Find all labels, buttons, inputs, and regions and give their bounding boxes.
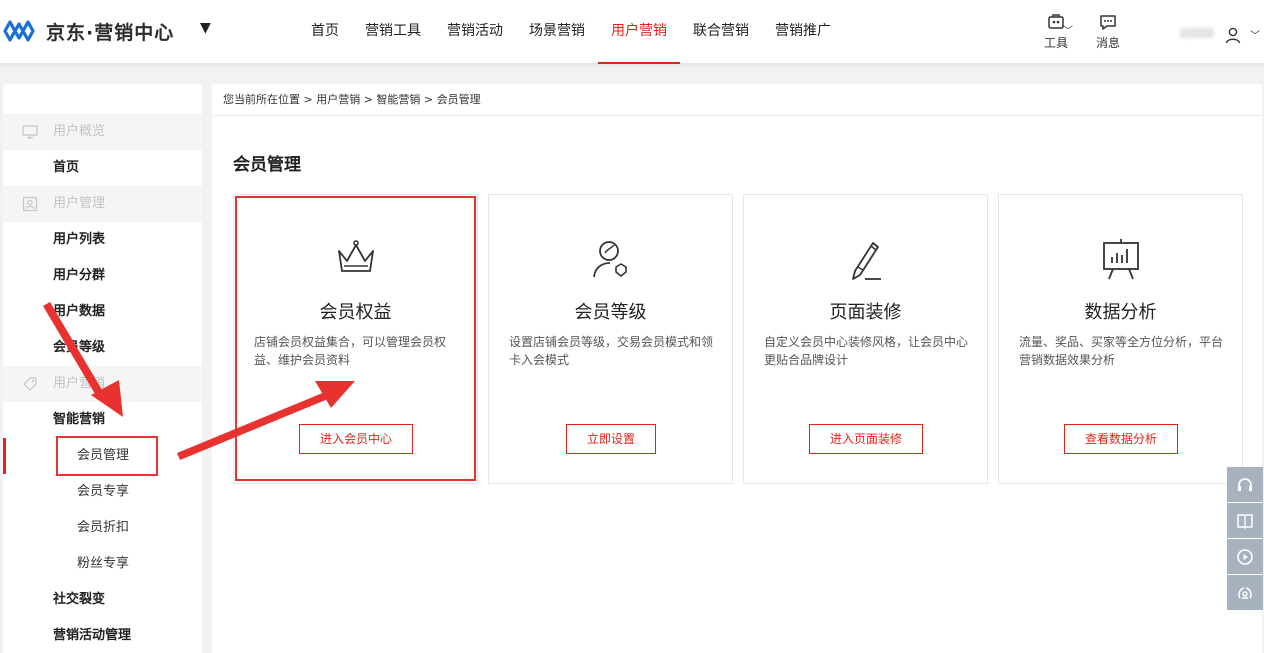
- sidebar-item-user-list[interactable]: 用户列表: [3, 222, 202, 258]
- monitor-icon: [22, 125, 38, 139]
- sidebar-item-user-data[interactable]: 用户数据: [3, 294, 202, 330]
- top-header: 京东·营销中心 ▼ 首页 营销工具 营销活动 场景营销 用户营销 联合营销 营销…: [0, 0, 1264, 64]
- nav-item-joint[interactable]: 联合营销: [680, 0, 762, 64]
- sidebar-group-label: 用户概览: [53, 124, 106, 139]
- messages-label: 消息: [1095, 36, 1120, 50]
- card-icon-wrap: [744, 237, 987, 285]
- brand-title[interactable]: 京东·营销中心: [46, 18, 174, 45]
- message-icon: [1100, 15, 1116, 30]
- main-nav: 首页 营销工具 营销活动 场景营销 用户营销 联合营销 营销推广: [298, 0, 844, 64]
- card-description: 自定义会员中心装修风格，让会员中心更贴合品牌设计: [764, 335, 969, 367]
- sidebar-group-label: 用户管理: [53, 196, 106, 211]
- card-member-level: 会员等级 设置店铺会员等级，交易会员模式和领卡入会模式 立即设置: [488, 194, 733, 484]
- jd-logo-icon[interactable]: [2, 14, 36, 48]
- card-data-analysis: 数据分析 流量、奖品、买家等全方位分析，平台营销数据效果分析 查看数据分析: [998, 194, 1243, 484]
- card-title: 数据分析: [1084, 302, 1157, 323]
- customer-service-button[interactable]: [1227, 467, 1263, 502]
- card-icon-wrap: [489, 237, 732, 285]
- nav-item-activities[interactable]: 营销活动: [434, 0, 516, 64]
- sidebar-item-member-level[interactable]: 会员等级: [3, 330, 202, 366]
- user-badge-icon: [592, 241, 627, 278]
- sidebar-group-user-marketing: 用户营销: [3, 366, 202, 402]
- card-description: 流量、奖品、买家等全方位分析，平台营销数据效果分析: [1019, 335, 1224, 367]
- user-chevron-down-icon[interactable]: ﹀: [1250, 27, 1260, 42]
- card-page-decoration: 页面装修 自定义会员中心装修风格，让会员中心更贴合品牌设计 进入页面装修: [743, 194, 988, 484]
- card-icon-wrap: [999, 237, 1242, 285]
- play-icon: [1237, 548, 1253, 565]
- tools-chevron-down-icon[interactable]: ﹀: [1063, 22, 1073, 37]
- brand-dropdown-icon[interactable]: ▼: [200, 20, 211, 36]
- floating-toolbar: [1227, 467, 1263, 611]
- nav-item-scene[interactable]: 场景营销: [516, 0, 598, 64]
- annotation-highlight-sidebar: [56, 436, 158, 476]
- set-now-button[interactable]: 立即设置: [566, 424, 656, 454]
- breadcrumb: 您当前所在位置 > 用户营销 > 智能营销 > 会员管理: [212, 84, 1262, 116]
- sidebar-group-label: 用户营销: [53, 376, 106, 391]
- user-avatar-icon[interactable]: [1224, 26, 1242, 44]
- card-title: 会员等级: [574, 302, 647, 323]
- view-data-analysis-button[interactable]: 查看数据分析: [1064, 424, 1178, 454]
- page-title: 会员管理: [233, 155, 301, 175]
- feedback-button[interactable]: [1227, 575, 1263, 610]
- sidebar-subitem-fans-exclusive[interactable]: 粉丝专享: [3, 546, 202, 582]
- annotation-highlight-card: [235, 196, 476, 481]
- sidebar-item-home[interactable]: 首页: [3, 150, 202, 186]
- help-docs-button[interactable]: [1227, 503, 1263, 538]
- username-blurred: [1180, 28, 1214, 38]
- card-description: 设置店铺会员等级，交易会员模式和领卡入会模式: [509, 335, 714, 367]
- sidebar-group-overview: 用户概览: [3, 114, 202, 150]
- sidebar-subitem-member-exclusive[interactable]: 会员专享: [3, 474, 202, 510]
- enter-page-decoration-button[interactable]: 进入页面装修: [809, 424, 923, 454]
- nav-item-promotion[interactable]: 营销推广: [762, 0, 844, 64]
- sidebar-item-activity-manage[interactable]: 营销活动管理: [3, 618, 202, 653]
- messages-button[interactable]: 消息: [1092, 12, 1124, 51]
- nav-item-home[interactable]: 首页: [298, 0, 352, 64]
- sidebar-subitem-member-discount[interactable]: 会员折扣: [3, 510, 202, 546]
- card-title: 页面装修: [829, 302, 902, 323]
- sidebar: 用户概览 首页 用户管理 用户列表 用户分群 用户数据 会员等级 用户营销 智能…: [3, 84, 202, 653]
- sidebar-group-user-manage: 用户管理: [3, 186, 202, 222]
- nav-item-user-marketing[interactable]: 用户营销: [598, 0, 680, 64]
- sidebar-item-smart-marketing[interactable]: 智能营销: [3, 402, 202, 438]
- sidebar-item-user-group[interactable]: 用户分群: [3, 258, 202, 294]
- chart-board-icon: [1102, 239, 1139, 280]
- feedback-icon: [1238, 586, 1252, 599]
- pencil-icon: [851, 242, 881, 280]
- book-icon: [1237, 513, 1253, 529]
- headset-icon: [1238, 477, 1252, 491]
- tag-icon: [23, 377, 37, 391]
- user-card-icon: [22, 196, 38, 212]
- video-tutorial-button[interactable]: [1227, 539, 1263, 574]
- nav-item-tools[interactable]: 营销工具: [352, 0, 434, 64]
- sidebar-item-social-fission[interactable]: 社交裂变: [3, 582, 202, 618]
